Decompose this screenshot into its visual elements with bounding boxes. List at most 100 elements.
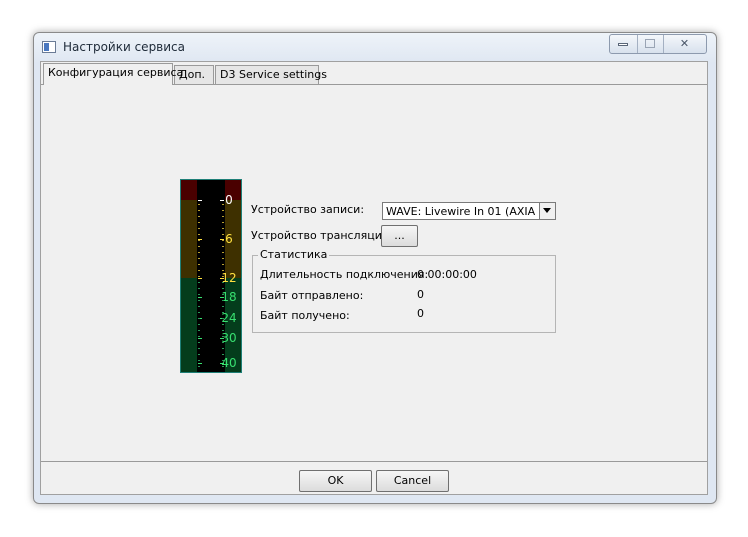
meter-minor-tick [198,324,200,325]
meter-minor-tick [222,318,224,319]
meter-minor-tick [222,228,224,229]
meter-minor-tick [222,282,224,283]
connection-duration-value: 0 00:00:00 [417,268,477,281]
maximize-button[interactable] [637,35,664,53]
app-icon [42,41,56,53]
meter-minor-tick [198,294,200,295]
meter-left-yellow-zone [181,200,197,278]
meter-minor-tick [198,306,200,307]
statistics-group-title: Статистика [258,248,330,261]
meter-tick [198,297,202,298]
level-meter: 0 6 12 18 24 30 40 [180,179,242,373]
broadcast-device-label: Устройство трансляции: [251,229,393,242]
maximize-icon [645,39,655,48]
window-title: Настройки сервиса [63,40,186,54]
meter-minor-tick [198,246,200,247]
meter-minor-tick [198,312,200,313]
meter-minor-tick [222,288,224,289]
meter-minor-tick [198,264,200,265]
meter-minor-tick [198,342,200,343]
connection-duration-label: Длительность подключения: [260,268,429,281]
meter-minor-tick [222,312,224,313]
meter-scale-strip: 0 6 12 18 24 30 40 [198,180,237,372]
meter-minor-tick [198,270,200,271]
meter-tick [220,363,224,364]
meter-minor-tick [222,348,224,349]
meter-minor-tick [198,222,200,223]
meter-minor-tick [198,288,200,289]
broadcast-device-browse-button[interactable]: ... [381,225,418,247]
meter-minor-tick [198,282,200,283]
meter-minor-tick [198,354,200,355]
meter-minor-tick [222,216,224,217]
meter-minor-tick [222,324,224,325]
meter-minor-tick [222,354,224,355]
meter-minor-tick [198,300,200,301]
meter-minor-tick [198,258,200,259]
meter-minor-tick [222,360,224,361]
meter-minor-tick [222,330,224,331]
close-button[interactable]: ✕ [663,35,706,53]
meter-tick [198,200,202,201]
meter-minor-tick [222,306,224,307]
minimize-button[interactable] [610,35,638,53]
meter-minor-tick [198,252,200,253]
bytes-received-value: 0 [417,307,424,320]
minimize-icon [618,43,628,46]
meter-minor-tick [222,210,224,211]
meter-tick [220,200,224,201]
meter-minor-tick [222,270,224,271]
meter-minor-tick [222,246,224,247]
meter-minor-tick [198,216,200,217]
meter-minor-tick [222,258,224,259]
ok-button[interactable]: OK [299,470,372,492]
meter-minor-tick [198,330,200,331]
meter-minor-tick [198,360,200,361]
meter-minor-tick [222,204,224,205]
meter-minor-tick [198,240,200,241]
meter-tick [220,278,224,279]
meter-minor-tick [198,348,200,349]
meter-left-green-zone [181,278,197,372]
meter-tick [198,363,202,364]
meter-minor-tick [222,336,224,337]
meter-minor-tick [198,318,200,319]
meter-tick [198,338,202,339]
record-device-label: Устройство записи: [251,203,365,216]
cancel-button[interactable]: Cancel [376,470,449,492]
meter-minor-tick [198,210,200,211]
meter-minor-tick [222,240,224,241]
tab-panel-service-configuration: 0 6 12 18 24 30 40 Устройство записи: WA… [41,84,707,462]
meter-minor-tick [198,234,200,235]
meter-minor-tick [222,342,224,343]
meter-minor-tick [222,234,224,235]
bytes-received-label: Байт получено: [260,309,350,322]
tab-service-configuration[interactable]: Конфигурация сервиса [43,63,183,85]
chevron-down-icon[interactable] [539,203,555,219]
meter-minor-tick [222,366,224,367]
meter-minor-tick [198,228,200,229]
meter-minor-tick [222,222,224,223]
record-device-select[interactable]: WAVE: Livewire In 01 (AXIA IP-Driver [382,202,556,220]
meter-tick [220,338,224,339]
meter-minor-tick [222,264,224,265]
meter-minor-tick [222,252,224,253]
meter-minor-tick [222,300,224,301]
meter-minor-tick [222,276,224,277]
bytes-sent-label: Байт отправлено: [260,289,364,302]
settings-dialog: Настройки сервиса ✕ Конфигурация сервиса… [33,32,717,504]
meter-minor-tick [198,336,200,337]
meter-minor-tick [198,366,200,367]
tab-d3-service-settings[interactable]: D3 Service settings [215,65,327,84]
record-device-value: WAVE: Livewire In 01 (AXIA IP-Driver [386,205,538,218]
meter-minor-tick [222,294,224,295]
close-icon: ✕ [679,37,690,50]
meter-tick [220,297,224,298]
bytes-sent-value: 0 [417,288,424,301]
caption-buttons: ✕ [609,34,707,54]
dialog-client-area: Конфигурация сервиса Доп. D3 Service set… [40,61,708,495]
meter-minor-tick [198,204,200,205]
title-bar[interactable]: Настройки сервиса ✕ [34,33,716,61]
meter-tick [198,278,202,279]
meter-minor-tick [198,276,200,277]
